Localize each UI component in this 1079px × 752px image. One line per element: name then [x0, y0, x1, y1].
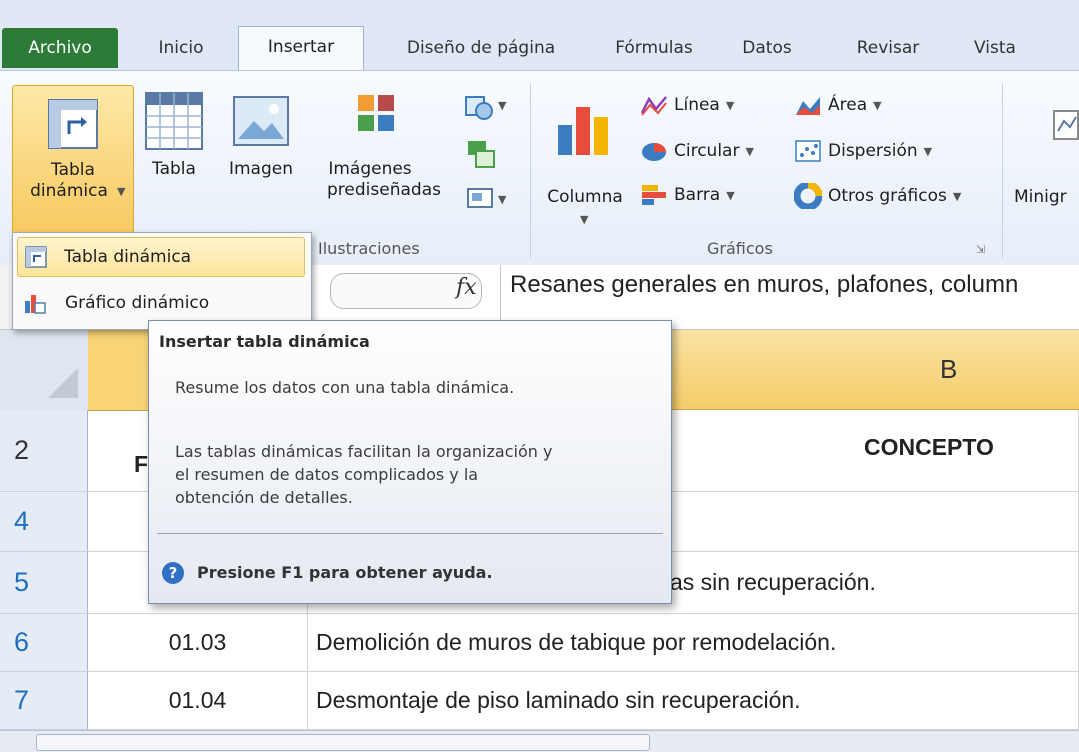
tooltip-help-text: Presione F1 para obtener ayuda. [197, 563, 493, 582]
screenshot-icon[interactable] [466, 185, 496, 211]
svg-text:?: ? [169, 564, 178, 582]
chevron-down-icon: ▼ [952, 189, 962, 203]
tooltip-line: obtención de detalles. [175, 488, 353, 507]
shapes-icon[interactable] [462, 91, 498, 123]
table-button-label: Tabla [152, 159, 196, 179]
scatter-button-label: Dispersión [828, 141, 918, 161]
other-charts-button[interactable]: Otros gráficos ▼ [794, 183, 961, 209]
column-chart-icon [558, 107, 608, 155]
cell-a6[interactable]: 01.03 [88, 614, 308, 672]
line-button-label: Línea [674, 95, 720, 115]
pivot-chart-icon [25, 295, 46, 314]
clipart-button[interactable]: Imágenes prediseñadas [310, 85, 450, 235]
menu-item-pivot-chart[interactable]: Gráfico dinámico [17, 283, 305, 323]
ribbon-tab-bar: Archivo Inicio Insertar Diseño de página… [0, 0, 1079, 80]
row-header-4[interactable]: 4 [0, 492, 88, 552]
select-all-corner[interactable] [0, 330, 89, 411]
bar-chart-icon [642, 185, 666, 205]
pivot-button-label-1: Tabla [51, 160, 95, 180]
tab-archivo[interactable]: Archivo [2, 28, 118, 68]
formula-input[interactable]: Resanes generales en muros, plafones, co… [510, 271, 1018, 299]
tab-revisar[interactable]: Revisar [830, 28, 946, 68]
sparklines-button-label[interactable]: Minigr [1014, 187, 1079, 208]
row-header-2[interactable]: 2 [0, 410, 88, 492]
bar-button-label: Barra [674, 185, 721, 205]
group-separator [530, 83, 531, 258]
cell-b6[interactable]: Demolición de muros de tabique por remod… [308, 614, 1079, 672]
tab-diseno-pagina[interactable]: Diseño de página [376, 28, 586, 68]
tooltip-line: Resume los datos con una tabla dinámica. [175, 378, 515, 397]
column-chart-button[interactable]: Columna ▼ [540, 85, 630, 235]
tooltip-divider [157, 533, 663, 534]
pivot-table-button[interactable]: Tabla dinámica ▼ [12, 85, 134, 247]
group-separator [1002, 83, 1003, 258]
pivot-table-icon [25, 246, 47, 268]
tab-inicio[interactable]: Inicio [138, 28, 224, 68]
dialog-launcher-icon[interactable]: ⇲ [976, 243, 985, 256]
tab-formulas[interactable]: Fórmulas [598, 28, 710, 68]
menu-item-label: Tabla dinámica [64, 247, 192, 267]
pie-chart-button[interactable]: Circular ▼ [640, 139, 754, 163]
sparkline-icon[interactable] [1050, 107, 1079, 143]
scatter-chart-icon [795, 140, 821, 162]
area-chart-button[interactable]: Área ▼ [794, 93, 882, 117]
smartart-icon[interactable] [466, 139, 496, 169]
row-header-7[interactable]: 7 [0, 672, 88, 730]
chevron-down-icon: ▼ [498, 193, 507, 206]
pie-button-label: Circular [674, 141, 740, 161]
chevron-down-icon: ▼ [725, 98, 735, 112]
pivot-button-label-2: dinámica [30, 181, 108, 201]
image-button-label: Imagen [228, 159, 293, 179]
chevron-down-icon: ▼ [745, 144, 754, 158]
row-header-6[interactable]: 6 [0, 614, 88, 672]
doughnut-chart-icon [794, 183, 822, 209]
area-chart-icon [796, 97, 820, 115]
table-icon [145, 92, 203, 150]
tooltip-line: el resumen de datos complicados y la [175, 465, 479, 484]
cell-b7[interactable]: Desmontaje de piso laminado sin recupera… [308, 672, 1079, 730]
tab-datos[interactable]: Datos [722, 28, 812, 68]
chevron-down-icon: ▼ [873, 98, 882, 112]
image-button[interactable]: Imagen [214, 85, 308, 235]
tooltip-title: Insertar tabla dinámica [159, 332, 370, 351]
chevron-down-icon: ▼ [117, 185, 126, 198]
tab-insertar[interactable]: Insertar [238, 26, 364, 71]
chevron-down-icon: ▼ [726, 188, 735, 202]
line-chart-button[interactable]: Línea ▼ [640, 93, 734, 117]
pivot-table-tooltip: Insertar tabla dinámica Resume los datos… [148, 320, 672, 604]
scatter-chart-button[interactable]: Dispersión ▼ [794, 139, 932, 163]
chevron-down-icon: ▼ [923, 144, 933, 158]
menu-item-label: Gráfico dinámico [65, 293, 210, 313]
row-header-5[interactable]: 5 [0, 552, 88, 614]
scrollbar-thumb[interactable] [36, 734, 650, 751]
group-label-charts: Gráficos [707, 239, 773, 258]
pivot-dropdown-menu: Tabla dinámica Gráfico dinámico [12, 232, 312, 330]
horizontal-scrollbar[interactable] [0, 730, 1079, 752]
tab-vista[interactable]: Vista [960, 28, 1050, 68]
tooltip-line: Las tablas dinámicas facilitan la organi… [175, 442, 553, 461]
pivot-table-icon [48, 99, 98, 149]
area-button-label: Área [828, 95, 868, 115]
chevron-down-icon: ▼ [580, 213, 589, 226]
cell-a7[interactable]: 01.04 [88, 672, 308, 730]
clipart-icon [358, 95, 394, 131]
pie-chart-icon [642, 143, 666, 161]
column-button-label: Columna [547, 187, 623, 207]
line-chart-icon [640, 96, 667, 116]
menu-item-pivot-table[interactable]: Tabla dinámica [17, 237, 305, 277]
picture-icon [233, 96, 289, 146]
other-charts-button-label: Otros gráficos [828, 186, 947, 206]
select-all-icon [48, 368, 78, 398]
clipart-button-label-2: prediseñadas [327, 180, 441, 200]
chevron-down-icon: ▼ [498, 99, 507, 112]
clipart-button-label-1: Imágenes [328, 159, 412, 179]
table-button[interactable]: Tabla [140, 85, 208, 235]
help-icon: ? [162, 562, 184, 584]
insert-function-icon[interactable]: fx [456, 275, 477, 300]
bar-chart-button[interactable]: Barra ▼ [640, 183, 735, 207]
group-label-illustrations: Ilustraciones [318, 239, 420, 258]
